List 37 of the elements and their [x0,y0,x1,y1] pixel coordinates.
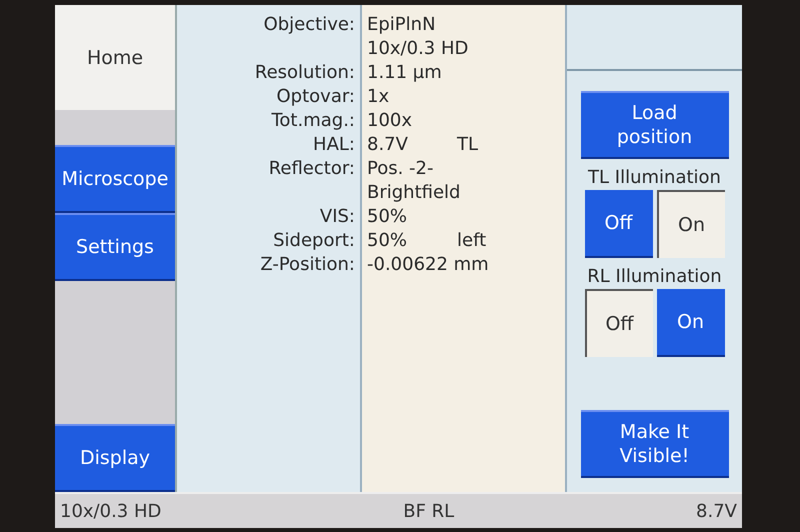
property-extra: left [457,229,486,253]
status-voltage: 8.7V [696,500,737,522]
property-value: -0.00622 mm [367,254,489,275]
property-value: 100x [367,110,412,131]
property-extra: TL [457,133,478,157]
property-label: Resolution: [254,62,355,83]
property-label: Optovar: [276,86,355,107]
property-label: Sideport: [273,230,355,251]
property-label: HAL: [313,134,355,155]
make-visible-button[interactable]: Make It Visible! [580,410,728,478]
property-label: VIS: [320,206,355,227]
nav-tab[interactable]: Microscope [55,145,175,213]
property-value: 1x [367,86,390,107]
property-value: Brightfield [367,182,460,203]
nav-tab[interactable]: Settings [55,213,175,281]
toggle-button[interactable]: On [656,190,724,258]
load-position-button[interactable]: Load position [580,91,728,159]
property-value: 10x/0.3 HD [367,38,468,59]
property-value: 50% [367,206,408,227]
property-label: Tot.mag.: [271,110,355,131]
property-value: 50% [367,230,408,251]
status-mode: BF RL [403,500,454,522]
property-value: EpiPlnN [367,14,436,35]
status-objective: 10x/0.3 HD [60,500,162,522]
property-value: Pos. -2- [367,158,434,179]
property-label: Reflector: [268,158,355,179]
nav-tab[interactable]: Display [55,424,175,492]
toggle-button[interactable]: Off [584,289,652,357]
illumination-title: RL Illumination [587,266,722,287]
property-label: Z-Position: [260,254,355,275]
property-label: Objective: [264,14,355,35]
illumination-title: TL Illumination [588,167,721,188]
toggle-button[interactable]: On [656,289,724,357]
property-value: 8.7V [367,134,408,155]
toggle-button[interactable]: Off [584,190,652,258]
property-value: 1.11 µm [367,62,442,83]
nav-tab[interactable]: Home [55,5,175,110]
